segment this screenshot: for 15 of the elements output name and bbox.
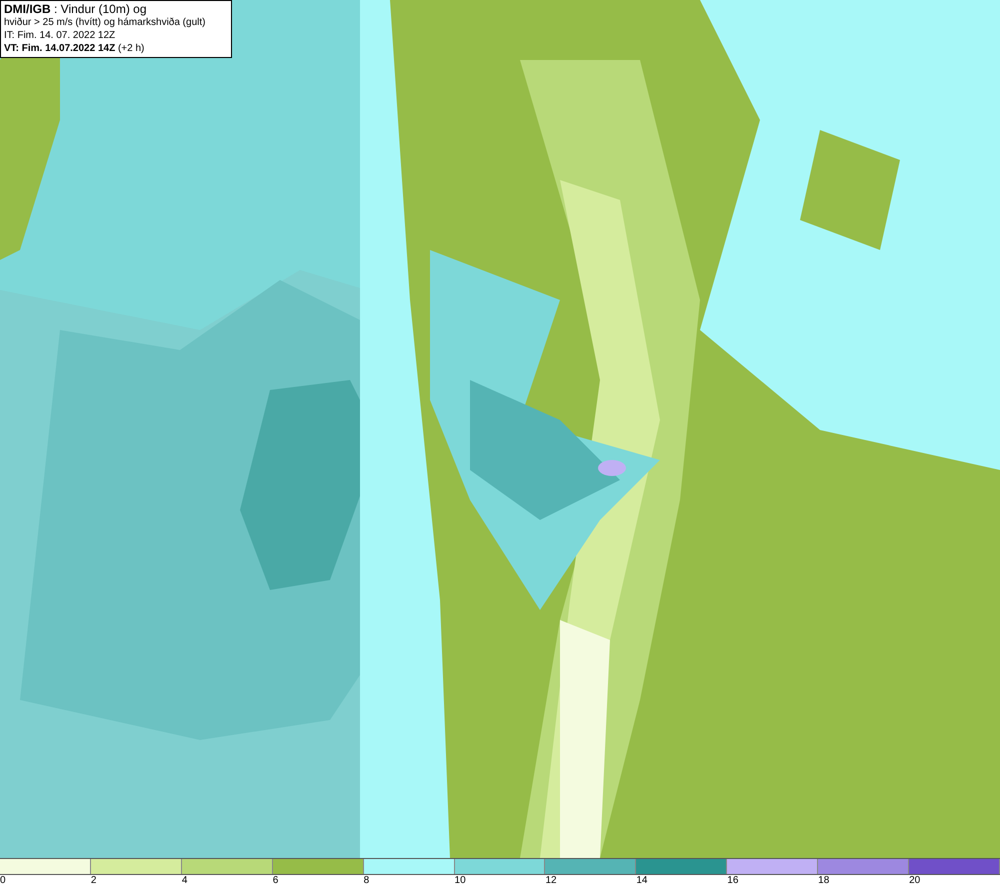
title-line: hviður > 25 m/s (hvítt) og hámarkshviða (gult) <box>4 16 206 29</box>
tick-label: 14 <box>636 875 648 887</box>
tick-label: 10 <box>454 875 466 887</box>
title-line: DMI/IGB : Vindur (10m) og <box>4 3 148 16</box>
tick-label: 6 <box>272 875 278 887</box>
tick-label: 18 <box>818 875 830 887</box>
title-line: IT: Fim. 14. 07. 2022 12Z <box>4 29 116 42</box>
tick-label: 8 <box>364 875 370 887</box>
tick-label: 0 <box>0 875 6 887</box>
tick-label: 2 <box>90 875 96 887</box>
title-line: VT: Fim. 14.07.2022 14Z (+2 h) <box>4 42 146 55</box>
tick-label: 4 <box>182 875 188 887</box>
tick-label: 12 <box>545 875 557 887</box>
tick-label: 16 <box>727 875 738 887</box>
tick-label: 20 <box>909 875 920 887</box>
